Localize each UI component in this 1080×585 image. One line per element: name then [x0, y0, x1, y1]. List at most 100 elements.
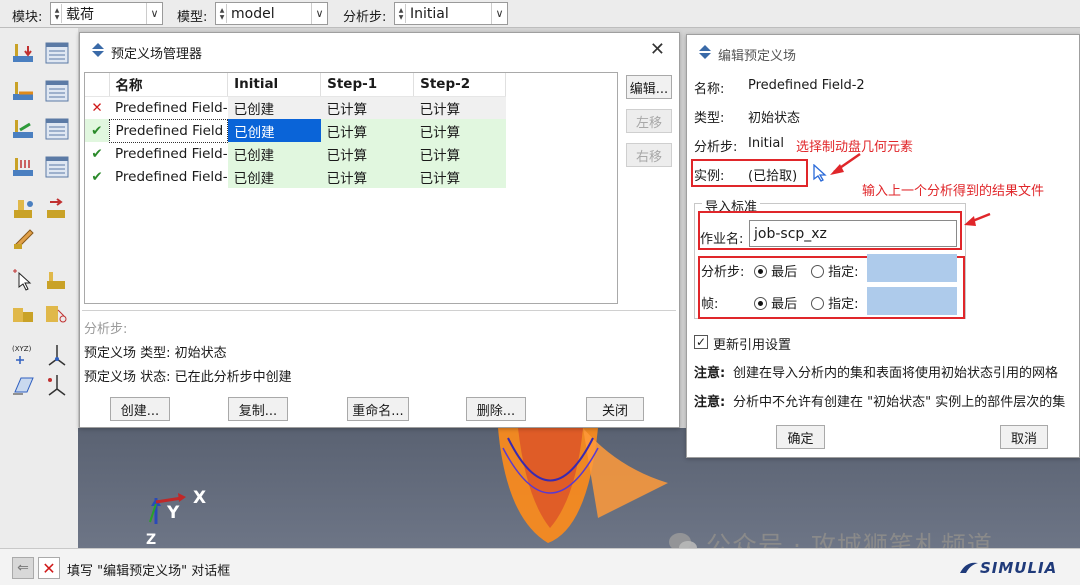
- step-specify-radio[interactable]: 指定:: [811, 261, 859, 280]
- predefined-field-table: 名称 Initial Step-1 Step-2 ✕ Predefined Fi…: [84, 72, 618, 304]
- model-select-value: model: [231, 5, 275, 22]
- type-value: 初始状态: [748, 111, 801, 126]
- initial-cell[interactable]: 已创建: [227, 96, 321, 119]
- step-last-radio[interactable]: 最后: [754, 261, 797, 280]
- frame-specify-radio[interactable]: 指定:: [811, 293, 859, 312]
- step2-cell[interactable]: 已计算: [414, 119, 506, 142]
- step-specify-label: 指定:: [828, 265, 859, 280]
- load-tool-icon[interactable]: [11, 40, 37, 66]
- radio-selected-icon: [754, 265, 767, 278]
- job-name-value: job-scp_xz: [754, 226, 827, 242]
- type-label: 类型:: [694, 111, 725, 126]
- back-arrow-icon[interactable]: ⇐: [12, 557, 34, 579]
- prompt-area: ⇐ ✕ 填写 "编辑预定义场" 对话框 SIMULIA: [0, 548, 1080, 585]
- update-reference-checkbox[interactable]: ✓: [694, 335, 708, 349]
- select-tool-icon[interactable]: [11, 268, 37, 294]
- datum-axis-icon[interactable]: [44, 342, 70, 368]
- initial-cell-selected[interactable]: 已创建: [227, 119, 321, 142]
- status-cross-icon: ✕: [91, 99, 103, 116]
- surface-tool-icon[interactable]: [44, 268, 70, 294]
- table-header-row: 名称 Initial Step-1 Step-2: [85, 73, 507, 97]
- step2-cell[interactable]: 已计算: [414, 142, 506, 165]
- load-manager-icon[interactable]: [44, 40, 70, 66]
- move-right-button[interactable]: 右移: [626, 143, 672, 167]
- datum-csys-icon[interactable]: (XYZ): [11, 342, 37, 368]
- load-case-tool-icon[interactable]: [11, 154, 37, 180]
- chevron-down-icon: ∨: [146, 3, 162, 24]
- frame-specify-input[interactable]: [867, 287, 957, 315]
- bc-tool-icon[interactable]: [11, 78, 37, 104]
- field-output-icon[interactable]: [11, 196, 37, 222]
- cancel-button[interactable]: 取消: [1000, 425, 1048, 449]
- copy-button[interactable]: 复制...: [228, 397, 288, 421]
- ds-logo-icon: [960, 562, 978, 573]
- triad-z-label: Z: [146, 532, 157, 548]
- initial-cell[interactable]: 已创建: [228, 142, 321, 165]
- brand-text: SIMULIA: [980, 559, 1058, 577]
- history-output-icon[interactable]: [44, 196, 70, 222]
- close-button[interactable]: 关闭: [586, 397, 644, 421]
- left-toolbox: (XYZ): [0, 28, 78, 548]
- frame-last-label: 最后: [771, 297, 798, 312]
- rename-button[interactable]: 重命名...: [347, 397, 409, 421]
- job-name-input[interactable]: job-scp_xz: [749, 220, 957, 247]
- table-row[interactable]: ✔ Predefined Field 已创建 已计算 已计算: [85, 118, 506, 143]
- annotation-arrow-icon: [830, 152, 861, 175]
- predefined-field-manager-icon[interactable]: [44, 116, 70, 142]
- cancel-x-icon[interactable]: ✕: [38, 557, 60, 579]
- cut-tool-icon[interactable]: [44, 300, 70, 326]
- table-row[interactable]: ✔ Predefined Field- 已创建 已计算 已计算: [85, 165, 506, 188]
- triad-x-label: X: [193, 488, 207, 508]
- step1-cell[interactable]: 已计算: [321, 165, 414, 188]
- datum-point-icon[interactable]: [44, 372, 70, 398]
- job-name-label: 作业名:: [700, 232, 744, 247]
- step2-cell[interactable]: 已计算: [413, 96, 506, 119]
- close-icon[interactable]: ✕: [650, 39, 665, 60]
- create-button[interactable]: 创建...: [110, 397, 170, 421]
- model-select[interactable]: ▲ ▼ model ∨: [215, 2, 328, 25]
- field-name-cell[interactable]: Predefined Field-: [109, 165, 228, 188]
- step1-cell[interactable]: 已计算: [321, 142, 414, 165]
- frame-row-label: 帧:: [701, 297, 719, 312]
- step-value: Initial: [748, 136, 784, 151]
- column-header[interactable]: 名称: [109, 73, 229, 97]
- delete-button[interactable]: 删除...: [466, 397, 526, 421]
- field-name-cell[interactable]: Predefined Field: [108, 118, 229, 143]
- step-select[interactable]: ▲ ▼ Initial ∨: [394, 2, 508, 25]
- step-specify-input[interactable]: [867, 254, 957, 282]
- field-name-cell[interactable]: Predefined Field-: [109, 142, 228, 165]
- frame-last-radio[interactable]: 最后: [754, 293, 797, 312]
- chevron-down-icon: ∨: [491, 3, 507, 24]
- initial-cell[interactable]: 已创建: [228, 165, 321, 188]
- ok-button[interactable]: 确定: [776, 425, 825, 449]
- edit-button[interactable]: 编辑...: [626, 75, 672, 99]
- table-row[interactable]: ✔ Predefined Field- 已创建 已计算 已计算: [85, 142, 506, 165]
- simulia-logo: SIMULIA: [958, 559, 1057, 577]
- field-name-cell[interactable]: Predefined Field-: [109, 96, 228, 119]
- table-row[interactable]: ✕ Predefined Field- 已创建 已计算 已计算: [85, 96, 506, 119]
- column-header[interactable]: Step-1: [320, 73, 415, 97]
- column-header[interactable]: Initial: [227, 73, 322, 97]
- info-step-label: 分析步:: [84, 322, 128, 337]
- step1-cell[interactable]: 已计算: [321, 119, 414, 142]
- predefined-field-tool-icon[interactable]: [11, 116, 37, 142]
- spin-arrows-icon: ▲ ▼: [53, 4, 62, 23]
- separator: [82, 310, 676, 311]
- note1-label: 注意:: [694, 366, 726, 381]
- step2-cell[interactable]: 已计算: [414, 165, 506, 188]
- module-select[interactable]: ▲ ▼ 载荷 ∨: [50, 2, 163, 25]
- note2-label: 注意:: [694, 395, 726, 410]
- partition-tool-icon[interactable]: [11, 300, 37, 326]
- column-header[interactable]: Step-2: [413, 73, 507, 97]
- status-check-icon: ✔: [91, 122, 103, 139]
- edit-attribute-icon[interactable]: [11, 226, 37, 252]
- move-left-button[interactable]: 左移: [626, 109, 672, 133]
- step-last-label: 最后: [771, 265, 798, 280]
- datum-plane-icon[interactable]: [11, 372, 37, 398]
- step1-cell[interactable]: 已计算: [320, 96, 414, 119]
- load-case-manager-icon[interactable]: [44, 154, 70, 180]
- update-reference-label: 更新引用设置: [713, 338, 792, 353]
- bc-manager-icon[interactable]: [44, 78, 70, 104]
- step-row-label: 分析步:: [701, 265, 745, 280]
- annotation-arrow-icon: [964, 212, 991, 226]
